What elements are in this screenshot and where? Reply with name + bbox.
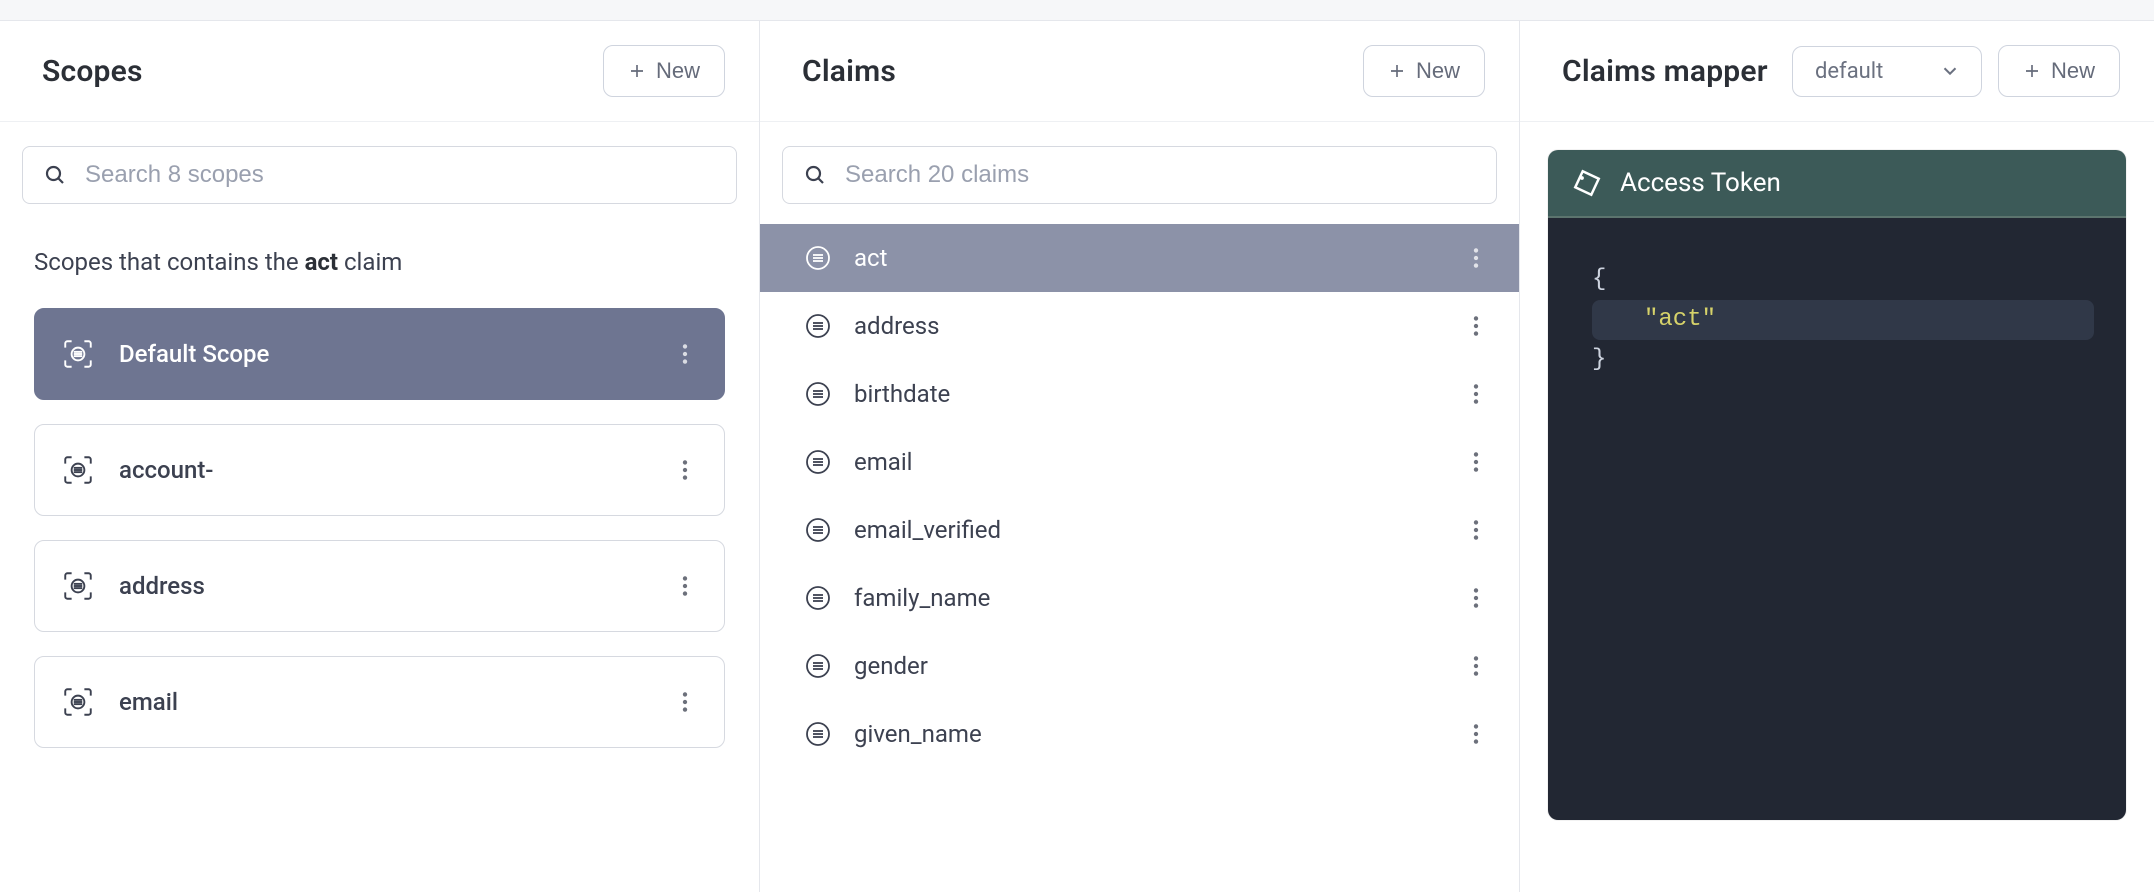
code-key: "act": [1644, 306, 1716, 333]
access-token-body: { "act" }: [1548, 218, 2126, 820]
claim-icon: [804, 720, 832, 748]
scopes-header: Scopes New: [0, 21, 759, 122]
new-mapper-button[interactable]: New: [1998, 45, 2120, 97]
claims-header: Claims New: [760, 21, 1519, 122]
scope-icon: [61, 453, 95, 487]
scope-card[interactable]: email: [34, 656, 725, 748]
claim-item[interactable]: given_name: [760, 700, 1519, 768]
code-brace-open: {: [1592, 262, 2094, 298]
helper-highlight: act: [305, 248, 338, 276]
search-icon: [43, 163, 67, 187]
more-menu-icon[interactable]: [1463, 449, 1489, 475]
claims-search-wrap: [760, 122, 1519, 204]
scope-icon: [61, 337, 95, 371]
more-menu-icon[interactable]: [1463, 245, 1489, 271]
more-menu-icon[interactable]: [1463, 313, 1489, 339]
scope-card[interactable]: address: [34, 540, 725, 632]
code-key-row[interactable]: "act": [1592, 300, 2094, 340]
claims-search[interactable]: [782, 146, 1497, 204]
claim-label: birthdate: [854, 380, 1441, 408]
claim-icon: [804, 312, 832, 340]
mapper-header: Claims mapper default New: [1520, 21, 2154, 122]
new-mapper-label: New: [2051, 58, 2095, 84]
plus-icon: [2023, 62, 2041, 80]
scopes-title: Scopes: [42, 54, 143, 89]
more-menu-icon[interactable]: [1463, 653, 1489, 679]
chevron-down-icon: [1939, 60, 1961, 82]
search-icon: [803, 163, 827, 187]
more-menu-icon[interactable]: [672, 573, 698, 599]
helper-prefix: Scopes that contains the: [34, 248, 305, 276]
new-claim-label: New: [1416, 58, 1460, 84]
more-menu-icon[interactable]: [1463, 517, 1489, 543]
scope-label: account-: [119, 456, 648, 484]
claim-item[interactable]: email: [760, 428, 1519, 496]
claim-icon: [804, 380, 832, 408]
scope-icon: [61, 685, 95, 719]
mapper-body: Access Token { "act" }: [1520, 122, 2154, 848]
claim-item[interactable]: email_verified: [760, 496, 1519, 564]
tag-icon: [1572, 168, 1602, 198]
new-scope-label: New: [656, 58, 700, 84]
claim-label: email: [854, 448, 1441, 476]
scope-label: email: [119, 688, 648, 716]
claim-label: given_name: [854, 720, 1441, 748]
scopes-search[interactable]: [22, 146, 737, 204]
code-brace-close: }: [1592, 342, 2094, 378]
claims-title: Claims: [802, 54, 896, 89]
claim-item[interactable]: birthdate: [760, 360, 1519, 428]
claim-item[interactable]: act: [760, 224, 1519, 292]
three-column-layout: Scopes New Scopes that contains the act …: [0, 20, 2154, 892]
access-token-title: Access Token: [1620, 168, 1781, 198]
claim-item[interactable]: family_name: [760, 564, 1519, 632]
claims-list: act address birthdate email email_verifiedfa…: [760, 224, 1519, 768]
claims-search-input[interactable]: [845, 161, 1476, 189]
new-claim-button[interactable]: New: [1363, 45, 1485, 97]
access-token-card: Access Token { "act" }: [1548, 150, 2126, 820]
more-menu-icon[interactable]: [672, 689, 698, 715]
mapper-select[interactable]: default: [1792, 46, 1982, 97]
more-menu-icon[interactable]: [1463, 381, 1489, 407]
mapper-title: Claims mapper: [1562, 54, 1768, 89]
claims-mapper-panel: Claims mapper default New: [1520, 21, 2154, 892]
new-scope-button[interactable]: New: [603, 45, 725, 97]
claim-icon: [804, 244, 832, 272]
more-menu-icon[interactable]: [1463, 585, 1489, 611]
more-menu-icon[interactable]: [672, 341, 698, 367]
more-menu-icon[interactable]: [672, 457, 698, 483]
more-menu-icon[interactable]: [1463, 721, 1489, 747]
scope-label: address: [119, 572, 648, 600]
claim-label: email_verified: [854, 516, 1441, 544]
claim-label: gender: [854, 652, 1441, 680]
claim-label: act: [854, 244, 1441, 272]
scope-card[interactable]: Default Scope: [34, 308, 725, 400]
claim-icon: [804, 584, 832, 612]
claims-panel: Claims New act address birthdate email email…: [760, 21, 1520, 892]
claim-item[interactable]: gender: [760, 632, 1519, 700]
scope-icon: [61, 569, 95, 603]
access-token-header: Access Token: [1548, 150, 2126, 218]
scopes-panel: Scopes New Scopes that contains the act …: [0, 21, 760, 892]
mapper-header-actions: default New: [1792, 45, 2120, 97]
mapper-select-value: default: [1815, 59, 1883, 84]
scope-list: Default Scope account-address email: [0, 280, 759, 748]
claim-icon: [804, 448, 832, 476]
claim-label: family_name: [854, 584, 1441, 612]
claim-icon: [804, 652, 832, 680]
helper-suffix: claim: [338, 248, 402, 276]
plus-icon: [628, 62, 646, 80]
scope-label: Default Scope: [119, 340, 648, 368]
claim-label: address: [854, 312, 1441, 340]
scopes-filter-description: Scopes that contains the act claim: [0, 204, 759, 280]
scope-card[interactable]: account-: [34, 424, 725, 516]
scopes-search-wrap: [0, 122, 759, 204]
claim-item[interactable]: address: [760, 292, 1519, 360]
claim-icon: [804, 516, 832, 544]
scopes-search-input[interactable]: [85, 161, 716, 189]
plus-icon: [1388, 62, 1406, 80]
